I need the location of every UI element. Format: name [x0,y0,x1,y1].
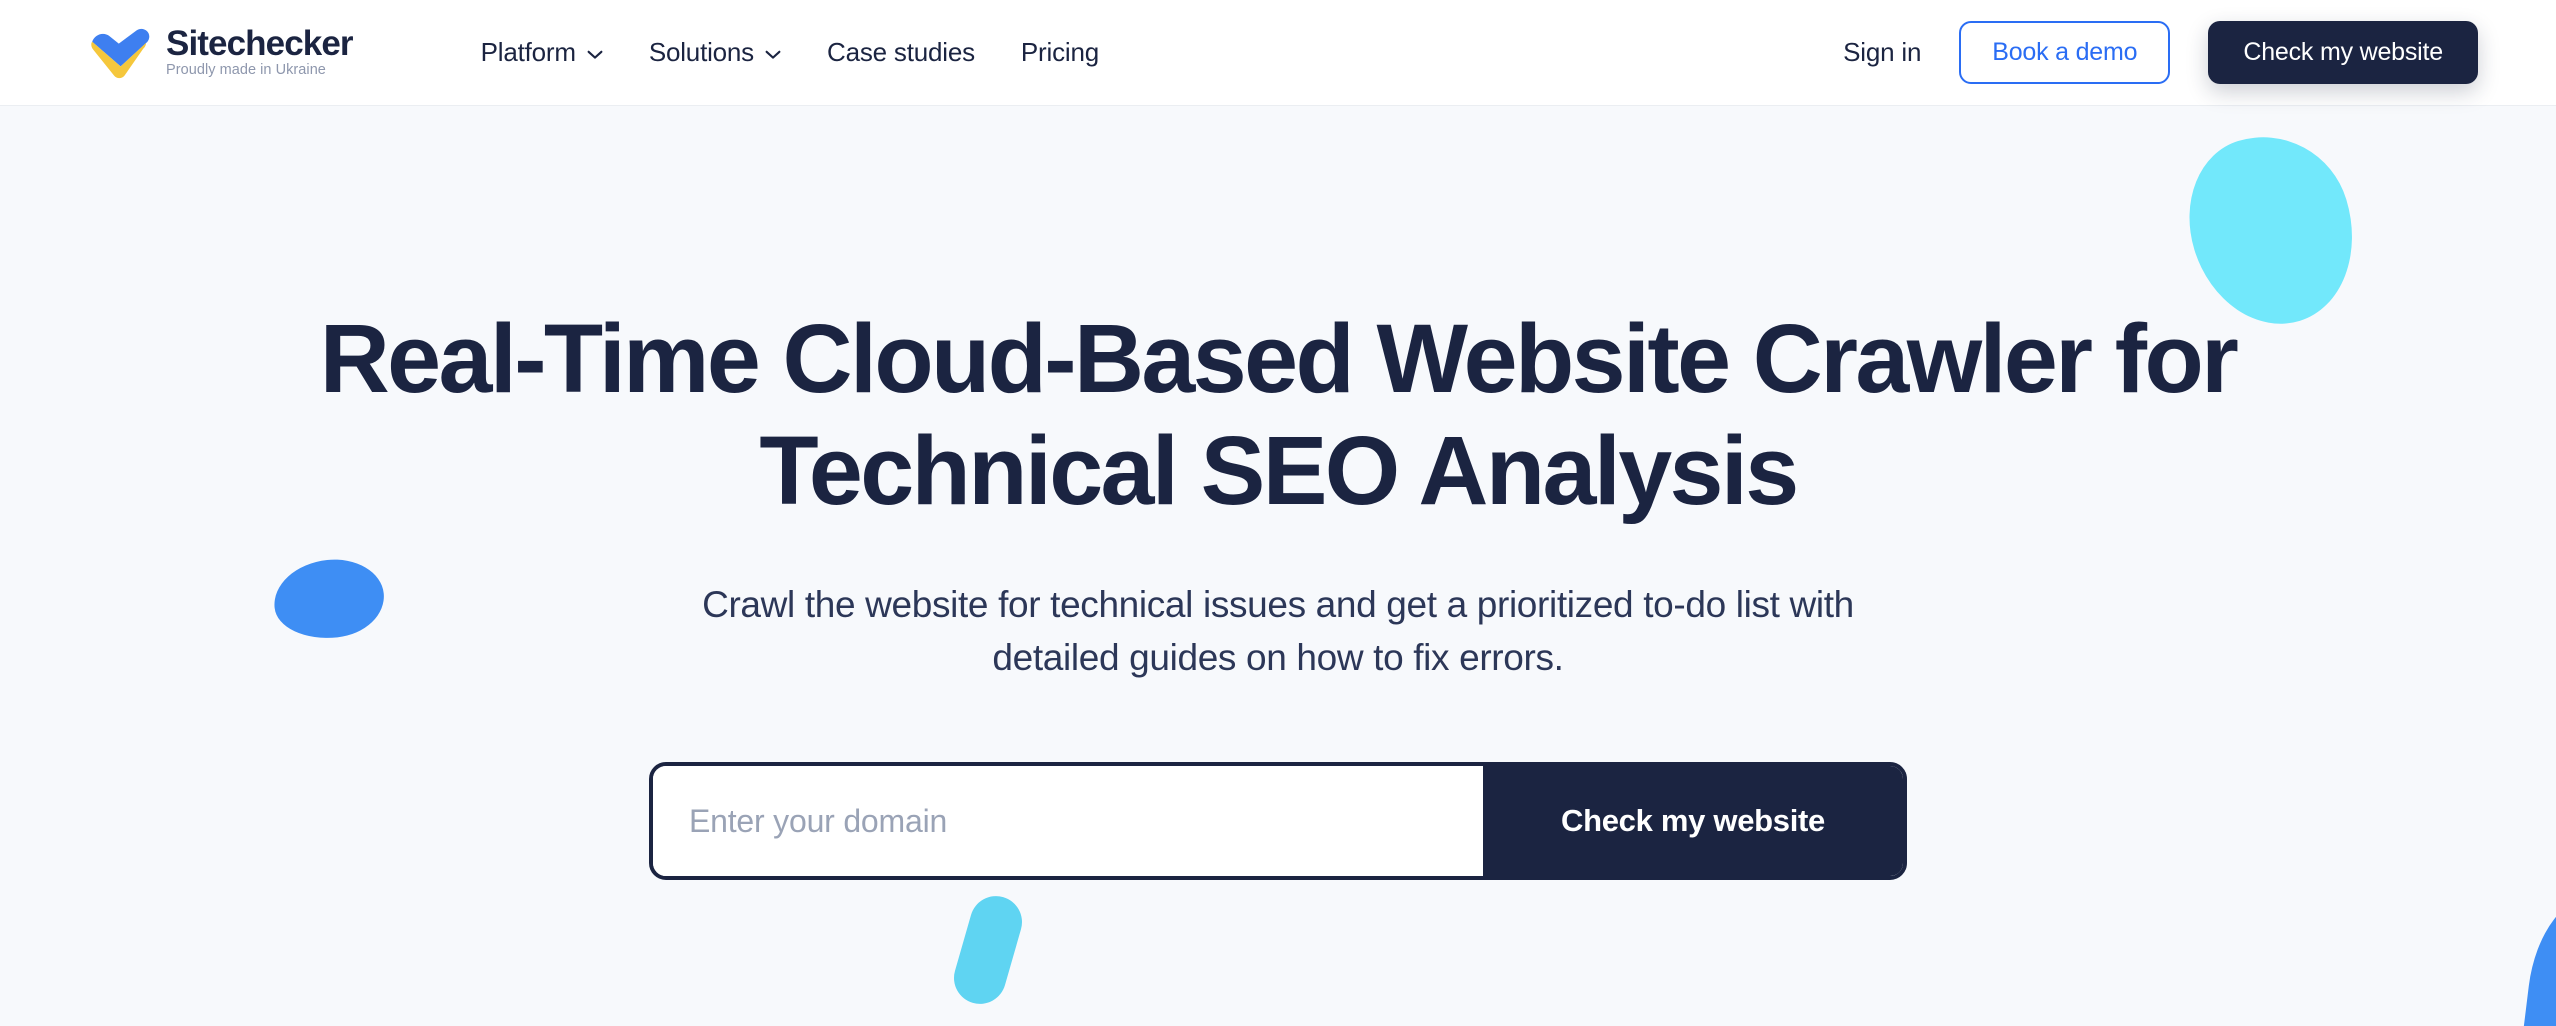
subtitle-line-2: detailed guides on how to fix errors. [992,636,1564,678]
nav-item-platform[interactable]: Platform [481,37,603,68]
blue-blob-right-edge-decor [2504,888,2556,1026]
domain-search-input[interactable] [653,766,1483,877]
nav-item-case-studies[interactable]: Case studies [827,37,975,68]
book-a-demo-button[interactable]: Book a demo [1959,21,2171,84]
nav-item-solutions-label: Solutions [648,37,754,67]
headline-line-2: Technical SEO Analysis [759,416,1799,526]
cyan-slash-accent-decor [947,889,1029,1011]
header-check-my-website-button[interactable]: Check my website [2208,21,2478,84]
site-header: Sitechecker Proudly made in Ukraine Plat… [0,0,2556,105]
primary-navigation: Platform Solutions Case studies Pricing [481,37,1100,68]
chevron-down-icon [765,50,781,59]
nav-item-solutions[interactable]: Solutions [649,37,781,68]
brand-name: Sitechecker [166,23,354,63]
nav-item-case-studies-label: Case studies [827,37,975,67]
hero-check-my-website-button[interactable]: Check my website [1483,766,1903,877]
subtitle-line-1: Crawl the website for technical issues a… [702,584,1854,626]
brand-text-block: Sitechecker Proudly made in Ukraine [166,23,354,80]
domain-search-form: Check my website [649,762,1907,881]
brand-tagline: Proudly made in Ukraine [166,62,326,79]
sign-in-link[interactable]: Sign in [1843,37,1921,68]
hero-content: Real-Time Cloud-Based Website Crawler fo… [0,105,2556,881]
hero-subtitle: Crawl the website for technical issues a… [702,579,1854,684]
brand-logo-link[interactable]: Sitechecker Proudly made in Ukraine [88,23,354,80]
headline-line-1: Real-Time Cloud-Based Website Crawler fo… [319,304,2239,413]
nav-item-platform-label: Platform [480,37,576,67]
hero-section: Real-Time Cloud-Based Website Crawler fo… [0,105,2556,1026]
nav-item-pricing-label: Pricing [1020,37,1099,67]
chevron-down-icon [587,50,603,59]
nav-item-pricing[interactable]: Pricing [1021,37,1099,68]
page-title: Real-Time Cloud-Based Website Crawler fo… [319,303,2239,527]
ukraine-heart-check-logo-icon [91,28,150,78]
header-actions: Sign in Book a demo Check my website [1843,21,2478,84]
